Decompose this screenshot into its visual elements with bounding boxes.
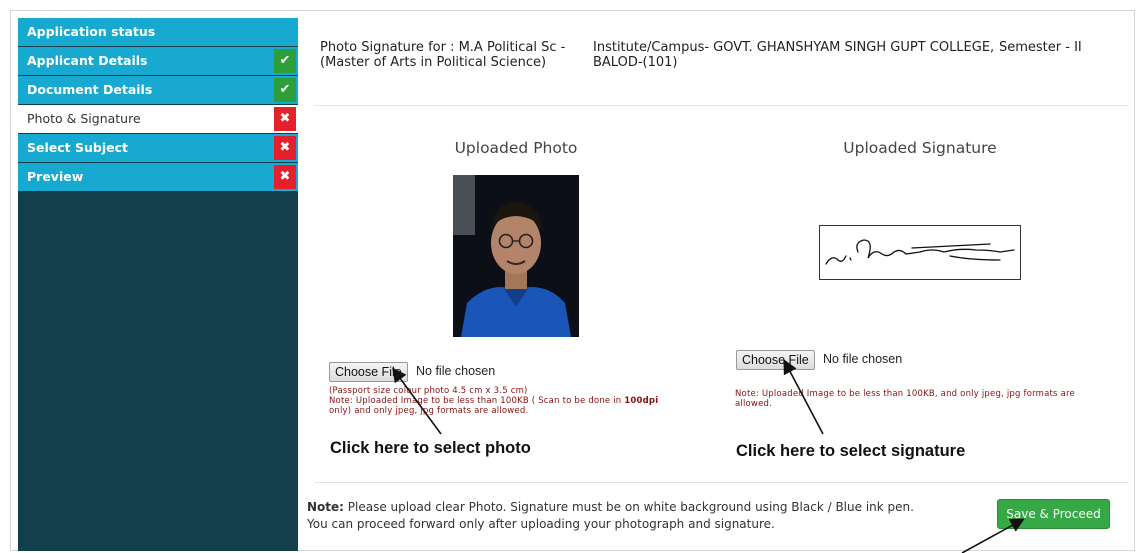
photo-arrow	[392, 367, 442, 435]
signature-arrow	[783, 359, 824, 435]
save-arrow	[961, 518, 1025, 553]
annotation-arrows	[392, 359, 1025, 553]
